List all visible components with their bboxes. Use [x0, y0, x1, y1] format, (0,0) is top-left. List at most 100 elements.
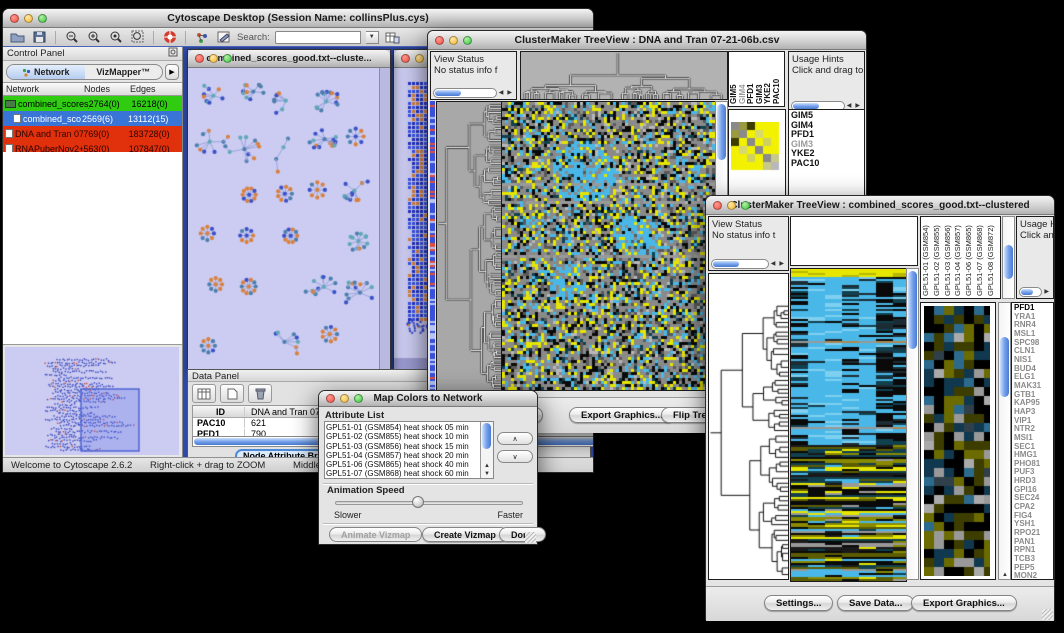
close-icon[interactable] — [713, 201, 722, 210]
gene-label[interactable]: TCB3 — [1014, 555, 1053, 564]
export-graphics-button[interactable]: Export Graphics... — [569, 407, 675, 423]
tab-overflow-button[interactable]: ▶ — [165, 64, 179, 80]
search-input[interactable] — [275, 31, 361, 44]
column-label[interactable]: GPL51-03 (GSM856) — [944, 219, 955, 296]
attribute-item[interactable]: GPL51-07 (GSM868) heat shock 60 min — [326, 469, 479, 478]
minimize-icon[interactable] — [727, 201, 736, 210]
gene-label[interactable]: PHO81 — [1014, 460, 1053, 469]
tab-vizmapper[interactable]: VizMapper™ — [85, 65, 163, 79]
gene-label[interactable]: MSL1 — [1014, 330, 1053, 339]
animate-vizmap-button[interactable]: Animate Vizmap — [329, 527, 422, 542]
minimize-icon[interactable] — [415, 54, 424, 63]
select-attributes-icon[interactable] — [192, 384, 216, 403]
search-dropdown-icon[interactable]: ▼ — [366, 31, 379, 44]
attribute-item[interactable]: GPL51-04 (GSM857) heat shock 20 min — [326, 451, 479, 460]
settings-button[interactable]: Settings... — [764, 595, 833, 611]
gene-label[interactable]: SEC1 — [1014, 443, 1053, 452]
gene-label[interactable]: PEP5 — [1014, 564, 1053, 573]
gene-label[interactable]: YSH1 — [1014, 520, 1053, 529]
zoom-window-icon[interactable] — [38, 14, 47, 23]
gene-label[interactable]: GIM4 — [791, 121, 864, 131]
resize-grip[interactable] — [1042, 609, 1053, 620]
gene-label[interactable]: HMG1 — [1014, 451, 1053, 460]
gene-label[interactable]: PFD1 — [791, 130, 864, 140]
gene-label[interactable]: PFD1 — [1014, 304, 1053, 313]
gene-label[interactable]: RPO21 — [1014, 529, 1053, 538]
column-label[interactable]: GIM5 — [730, 54, 739, 104]
network-row[interactable]: combined_scores_ 2764(0) 16218(0) — [3, 96, 182, 111]
speed-slider-thumb[interactable] — [412, 496, 424, 508]
open-folder-icon[interactable] — [9, 30, 26, 45]
save-icon[interactable] — [31, 30, 48, 45]
tv2-labels-vscrollbar[interactable] — [1002, 216, 1015, 299]
tv2-status-scrollbar[interactable]: ◀▶ — [711, 258, 786, 269]
zoom-window-icon[interactable] — [463, 36, 472, 45]
tv2-row-dendrogram[interactable] — [709, 302, 788, 579]
gene-label[interactable]: FIG4 — [1014, 512, 1053, 521]
gene-label[interactable]: PAN1 — [1014, 538, 1053, 547]
done-button[interactable]: Done — [499, 527, 546, 542]
gene-label[interactable]: YKE2 — [791, 149, 864, 159]
gene-label[interactable]: PAC10 — [791, 159, 864, 169]
gene-label[interactable]: PUF3 — [1014, 468, 1053, 477]
column-label[interactable]: GPL51-02 (GSM855) — [933, 219, 944, 296]
float-panel-icon[interactable] — [168, 47, 178, 60]
close-icon[interactable] — [435, 36, 444, 45]
create-network-icon[interactable] — [193, 30, 210, 45]
tv2-genelist-vscrollbar[interactable]: ▲ — [998, 302, 1011, 580]
speed-slider-track[interactable] — [335, 501, 523, 505]
column-label[interactable]: GPL51-07 (GSM868) — [976, 219, 987, 296]
gene-label[interactable]: RPN1 — [1014, 546, 1053, 555]
column-label[interactable]: PAC10 — [773, 54, 782, 104]
gene-label[interactable]: KAP95 — [1014, 399, 1053, 408]
column-label[interactable]: PFD1 — [747, 54, 756, 104]
minimize-icon[interactable] — [209, 54, 218, 63]
dialog-titlebar[interactable]: Map Colors to Network — [319, 391, 537, 407]
delete-attribute-icon[interactable] — [248, 384, 272, 403]
gene-label[interactable]: MON2 — [1014, 572, 1053, 580]
scroll-down-icon[interactable]: ▼ — [481, 470, 493, 478]
zoom-window-icon[interactable] — [354, 394, 363, 403]
tv2-hints-scrollbar[interactable]: ▶ — [1019, 286, 1051, 297]
column-label[interactable]: GPL51-06 (GSM865) — [965, 219, 976, 296]
minimize-icon[interactable] — [24, 14, 33, 23]
tv1-column-dendrogram[interactable] — [520, 51, 728, 100]
gene-label[interactable]: GIM5 — [791, 111, 864, 121]
gene-label[interactable]: RNR4 — [1014, 321, 1053, 330]
gene-label[interactable]: NIS1 — [1014, 356, 1053, 365]
zoom-fit-icon[interactable] — [129, 30, 146, 45]
column-label[interactable]: GPL51-04 (GSM857) — [954, 219, 965, 296]
gene-label[interactable]: CLN1 — [1014, 347, 1053, 356]
zoom-window-icon[interactable] — [741, 201, 750, 210]
gene-label[interactable]: HRD3 — [1014, 477, 1053, 486]
save-data-button[interactable]: Save Data... — [837, 595, 914, 611]
zoom-selected-icon[interactable] — [107, 30, 124, 45]
tv2-heatmap[interactable] — [790, 268, 907, 582]
attribute-item[interactable]: GPL51-02 (GSM855) heat shock 10 min — [326, 432, 479, 441]
gene-label[interactable]: BUD4 — [1014, 365, 1053, 374]
attribute-item[interactable]: GPL51-06 (GSM865) heat shock 40 min — [326, 460, 479, 469]
zoom-out-icon[interactable] — [63, 30, 80, 45]
tab-network[interactable]: Network — [7, 65, 85, 79]
gene-label[interactable]: VIP1 — [1014, 417, 1053, 426]
gene-label[interactable]: HAP3 — [1014, 408, 1053, 417]
zoom-in-icon[interactable] — [85, 30, 102, 45]
treeview1-titlebar[interactable]: ClusterMaker TreeView : DNA and Tran 07-… — [428, 31, 866, 50]
create-vizmap-button[interactable]: Create Vizmap — [422, 527, 508, 542]
gene-label[interactable]: CPA2 — [1014, 503, 1053, 512]
zoom-window-icon[interactable] — [223, 54, 232, 63]
annotation-icon[interactable] — [215, 30, 232, 45]
gene-label[interactable]: GTB1 — [1014, 391, 1053, 400]
close-icon[interactable] — [401, 54, 410, 63]
network-canvas[interactable] — [188, 68, 379, 370]
column-label[interactable]: GPL51-01 (GSM854) — [922, 219, 933, 296]
tv1-row-dendrogram[interactable] — [436, 101, 502, 391]
move-up-button[interactable]: ∧ — [497, 432, 533, 445]
gene-label[interactable]: MSI1 — [1014, 434, 1053, 443]
move-down-button[interactable]: ∨ — [497, 450, 533, 463]
treeview2-titlebar[interactable]: ClusterMaker TreeView : combined_scores_… — [706, 196, 1054, 215]
gene-label[interactable]: YRA1 — [1014, 313, 1053, 322]
attribute-item[interactable]: GPL51-01 (GSM854) heat shock 05 min — [326, 423, 479, 432]
tv2-column-dendrogram[interactable] — [790, 216, 918, 266]
gene-label[interactable]: GIM3 — [791, 140, 864, 150]
